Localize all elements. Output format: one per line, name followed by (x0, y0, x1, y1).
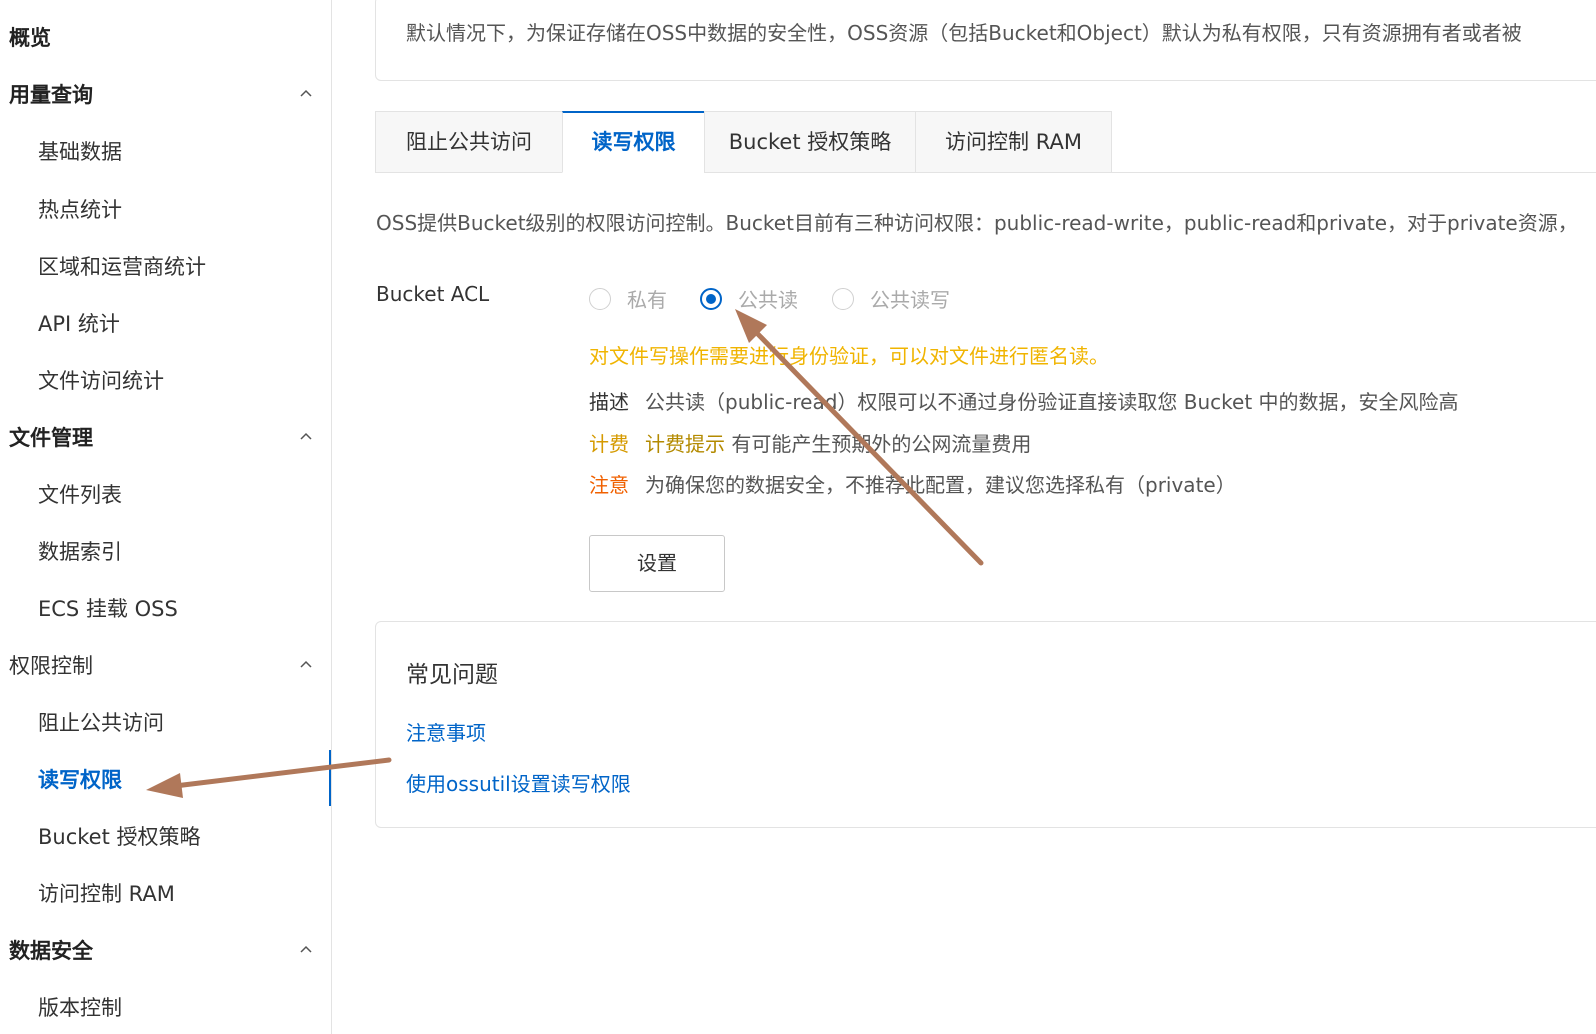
radio-public-read-write[interactable]: 公共读写 (832, 285, 962, 317)
sidebar-item-label: 基础数据 (38, 140, 122, 164)
sidebar-item-ecs-mount[interactable]: ECS 挂载 OSS (0, 594, 331, 624)
sidebar-group-permissions[interactable]: 权限控制 (0, 651, 331, 681)
sidebar-item-label: 热点统计 (38, 198, 122, 222)
sidebar-item-versioning[interactable]: 版本控制 (0, 993, 331, 1023)
radio-label: 私有 (627, 288, 667, 312)
sidebar-item-label: ECS 挂载 OSS (38, 597, 178, 621)
sidebar-group-label: 权限控制 (9, 654, 93, 678)
faq-link-notes[interactable]: 注意事项 (406, 717, 486, 746)
sidebar-item-region-carrier-stats[interactable]: 区域和运营商统计 (0, 252, 331, 282)
radio-button[interactable] (832, 288, 854, 310)
radio-public-read[interactable]: 公共读 (700, 285, 810, 317)
fee-key: 计费 (589, 432, 629, 456)
faq-link-ossutil[interactable]: 使用ossutil设置读写权限 (406, 768, 631, 797)
chevron-up-icon (300, 660, 312, 668)
tab-ram[interactable]: 访问控制 RAM (915, 111, 1112, 173)
active-indicator (329, 750, 331, 806)
set-button[interactable]: 设置 (589, 535, 725, 592)
sidebar-group-security[interactable]: 数据安全 (0, 936, 331, 966)
sidebar-item-label: 文件列表 (38, 483, 122, 507)
sidebar-item-label: 区域和运营商统计 (38, 255, 206, 279)
radio-label: 公共读写 (870, 288, 950, 312)
chevron-up-icon (300, 945, 312, 953)
tab-bucket-policy[interactable]: Bucket 授权策略 (704, 111, 916, 173)
sidebar-item-file-access-stats[interactable]: 文件访问统计 (0, 366, 331, 396)
chevron-up-icon (300, 432, 312, 440)
faq-title: 常见问题 (406, 662, 498, 688)
fee-tip: 计费提示 (645, 432, 725, 456)
sidebar-item-read-write-permission[interactable]: 读写权限 (0, 765, 331, 795)
acl-description: OSS提供Bucket级别的权限访问控制。Bucket目前有三种访问权限：pub… (376, 211, 1578, 235)
tab-read-write-permission[interactable]: 读写权限 (562, 111, 705, 173)
sidebar-item-data-index[interactable]: 数据索引 (0, 537, 331, 567)
sidebar-item-label: API 统计 (38, 312, 120, 336)
acl-label: Bucket ACL (376, 282, 490, 306)
sidebar-group-label: 文件管理 (9, 426, 93, 450)
desc-key: 描述 (589, 390, 629, 414)
sidebar-item-ram[interactable]: 访问控制 RAM (0, 879, 331, 909)
sidebar-group-usage[interactable]: 用量查询 (0, 80, 331, 110)
sidebar-item-label: 读写权限 (38, 768, 122, 792)
sidebar-item-basic-data[interactable]: 基础数据 (0, 137, 331, 167)
sidebar-item-label: 阻止公共访问 (38, 711, 164, 735)
desc-value: 公共读（public-read）权限可以不通过身份验证直接读取您 Bucket … (645, 390, 1459, 414)
acl-desc-row: 描述 公共读（public-read）权限可以不通过身份验证直接读取您 Bucke… (589, 386, 1459, 415)
sidebar: 概览 用量查询 基础数据 热点统计 区域和运营商统计 API 统计 文件访问统计… (0, 0, 332, 1034)
sidebar-item-label: 版本控制 (38, 996, 122, 1020)
sidebar-group-files[interactable]: 文件管理 (0, 423, 331, 453)
sidebar-item-overview[interactable]: 概览 (0, 23, 331, 53)
sidebar-item-block-public-access[interactable]: 阻止公共访问 (0, 708, 331, 738)
acl-warning: 对文件写操作需要进行身份验证，可以对文件进行匿名读。 (589, 344, 1109, 368)
sidebar-item-label: Bucket 授权策略 (38, 825, 201, 849)
sidebar-item-label: 文件访问统计 (38, 369, 164, 393)
notice-text: 默认情况下，为保证存储在OSS中数据的安全性，OSS资源（包括Bucket和Ob… (406, 21, 1522, 45)
sidebar-item-label: 概览 (9, 26, 51, 50)
radio-label: 公共读 (738, 288, 798, 312)
acl-note-row: 注意 为确保您的数据安全，不推荐此配置，建议您选择私有（private） (589, 469, 1236, 498)
radio-button[interactable] (589, 288, 611, 310)
radio-private[interactable]: 私有 (589, 285, 679, 317)
tab-divider (1111, 172, 1596, 173)
sidebar-item-bucket-policy[interactable]: Bucket 授权策略 (0, 822, 331, 852)
fee-value: 有可能产生预期外的公网流量费用 (731, 432, 1032, 456)
note-key: 注意 (589, 473, 629, 497)
acl-fee-row: 计费 计费提示 有可能产生预期外的公网流量费用 (589, 428, 1031, 457)
notice-box: 默认情况下，为保证存储在OSS中数据的安全性，OSS资源（包括Bucket和Ob… (375, 0, 1596, 81)
sidebar-item-file-list[interactable]: 文件列表 (0, 480, 331, 510)
sidebar-item-label: 访问控制 RAM (38, 882, 175, 906)
sidebar-group-label: 用量查询 (9, 83, 93, 107)
sidebar-item-label: 数据索引 (38, 540, 122, 564)
sidebar-item-hotspot-stats[interactable]: 热点统计 (0, 195, 331, 225)
sidebar-item-api-stats[interactable]: API 统计 (0, 309, 331, 339)
radio-button-checked[interactable] (700, 288, 722, 310)
sidebar-group-label: 数据安全 (9, 939, 93, 963)
tab-block-public-access[interactable]: 阻止公共访问 (375, 111, 563, 173)
note-value: 为确保您的数据安全，不推荐此配置，建议您选择私有（private） (645, 473, 1236, 497)
chevron-up-icon (300, 89, 312, 97)
faq-panel: 常见问题 注意事项 使用ossutil设置读写权限 (375, 621, 1596, 828)
